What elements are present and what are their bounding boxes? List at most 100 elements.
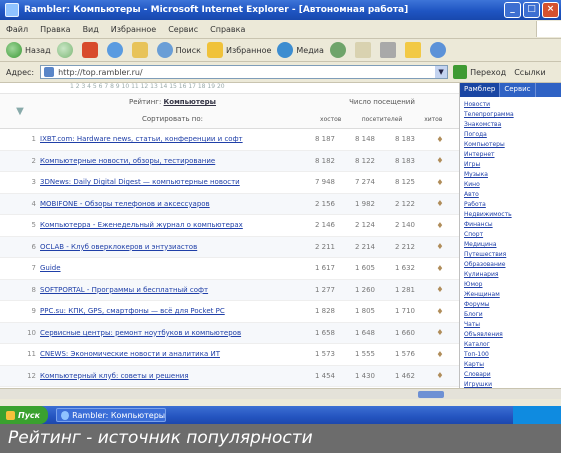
side-link[interactable]: Словари (464, 370, 558, 380)
side-link[interactable]: Чаты (464, 320, 558, 330)
col-hits[interactable]: хитов (408, 111, 459, 128)
side-link[interactable]: Топ-100 (464, 350, 558, 360)
side-link[interactable]: Интернет (464, 150, 558, 160)
side-link[interactable]: Форумы (464, 300, 558, 310)
side-link[interactable]: Недвижимость (464, 210, 558, 220)
site-link[interactable]: Компьютерный клуб: советы и решения (40, 372, 305, 380)
site-link[interactable]: 3DNews: Daily Digital Digest — компьютер… (40, 178, 305, 186)
col-hosts[interactable]: хостов (305, 111, 356, 128)
go-button[interactable]: Переход (453, 65, 506, 79)
thumb-icon[interactable]: ♦ (425, 156, 455, 165)
search-button[interactable]: Поиск (156, 42, 201, 58)
side-link[interactable]: Кулинария (464, 270, 558, 280)
side-link[interactable]: Кино (464, 180, 558, 190)
thumb-icon[interactable]: ♦ (425, 285, 455, 294)
side-link[interactable]: Погода (464, 130, 558, 140)
messenger-button[interactable] (429, 42, 449, 58)
menu-view[interactable]: Вид (77, 25, 105, 34)
side-link[interactable]: Женщинам (464, 290, 558, 300)
home-button[interactable] (131, 42, 151, 58)
messenger-icon (429, 42, 446, 58)
site-link[interactable]: OCLAB - Клуб оверклокеров и энтузиастов (40, 243, 305, 251)
hosts-value: 7 948 (314, 178, 336, 187)
thumb-icon[interactable]: ♦ (425, 135, 455, 144)
side-link[interactable]: Каталог (464, 340, 558, 350)
hits-value: 8 125 (394, 178, 416, 187)
side-link[interactable]: Блоги (464, 310, 558, 320)
edit-icon (404, 42, 421, 58)
site-link[interactable]: Компьютерра - Еженедельный журнал о комп… (40, 221, 305, 229)
rating-category-link[interactable]: Компьютеры (164, 98, 216, 106)
forward-button[interactable] (56, 42, 76, 58)
side-link[interactable]: Объявления (464, 330, 558, 340)
sort-arrow-icon[interactable]: ▼ (0, 94, 40, 128)
page-numbers[interactable]: 1 2 3 4 5 6 7 8 9 10 11 12 13 14 15 16 1… (0, 83, 459, 94)
thumb-icon[interactable]: ♦ (425, 264, 455, 273)
menu-edit[interactable]: Правка (34, 25, 76, 34)
row-number: 1 (31, 135, 36, 144)
taskbar-item-browser[interactable]: Rambler: Компьютеры (56, 408, 167, 422)
side-link[interactable]: Работа (464, 200, 558, 210)
address-input[interactable]: http://top.rambler.ru/ ▼ (40, 65, 449, 79)
thumb-icon[interactable]: ♦ (425, 307, 455, 316)
thumb-icon[interactable]: ♦ (425, 221, 455, 230)
side-link[interactable]: Игры (464, 160, 558, 170)
close-button[interactable]: × (542, 2, 559, 18)
edit-button[interactable] (404, 42, 424, 58)
maximize-button[interactable]: □ (523, 2, 540, 18)
side-link[interactable]: Путешествия (464, 250, 558, 260)
side-link[interactable]: Новости (464, 100, 558, 110)
minimize-button[interactable]: _ (504, 2, 521, 18)
site-link[interactable]: PPC.su: КПК, GPS, смартфоны — всё для Po… (40, 307, 305, 315)
scrollbar-thumb[interactable] (418, 391, 444, 398)
side-link[interactable]: Знакомства (464, 120, 558, 130)
chevron-down-icon[interactable]: ▼ (435, 66, 448, 78)
col-visitors[interactable]: посетителей (356, 111, 407, 128)
tab-rambler[interactable]: Рамблер (460, 83, 501, 97)
favorites-button[interactable]: Избранное (206, 42, 271, 58)
history-button[interactable] (329, 42, 349, 58)
side-link[interactable]: Авто (464, 190, 558, 200)
side-link[interactable]: Компьютеры (464, 140, 558, 150)
thumb-icon[interactable]: ♦ (425, 178, 455, 187)
start-button[interactable]: Пуск (0, 406, 49, 424)
back-button[interactable]: Назад (6, 42, 51, 58)
refresh-button[interactable] (106, 42, 126, 58)
side-link[interactable]: Музыка (464, 170, 558, 180)
site-link[interactable]: Guide (40, 264, 305, 272)
tab-service[interactable]: Сервис (500, 83, 536, 97)
visitors-value: 2 124 (354, 221, 376, 230)
links-button[interactable]: Ссылки (514, 68, 545, 77)
mail-button[interactable] (354, 42, 374, 58)
side-link[interactable]: Спорт (464, 230, 558, 240)
side-link[interactable]: Юмор (464, 280, 558, 290)
media-button[interactable]: Медиа (277, 42, 324, 58)
taskbar: Пуск Rambler: Компьютеры (0, 406, 561, 424)
menu-help[interactable]: Справка (204, 25, 251, 34)
hits-value: 1 632 (394, 264, 416, 273)
thumb-icon[interactable]: ♦ (425, 328, 455, 337)
site-link[interactable]: CNEWS: Экономические новости и аналитика… (40, 350, 305, 358)
thumb-icon[interactable]: ♦ (425, 242, 455, 251)
thumb-icon[interactable]: ♦ (425, 350, 455, 359)
rating-filter: Рейтинг: Компьютеры Сортировать по: (40, 94, 305, 128)
side-link[interactable]: Образование (464, 260, 558, 270)
menu-file[interactable]: Файл (0, 25, 34, 34)
site-link[interactable]: SOFTPORTAL - Программы и бесплатный софт (40, 286, 305, 294)
side-link[interactable]: Карты (464, 360, 558, 370)
site-link[interactable]: MOBIFONE - Обзоры телефонов и аксессуаро… (40, 200, 305, 208)
forward-arrow-icon (56, 42, 73, 58)
side-link[interactable]: Медицина (464, 240, 558, 250)
thumb-icon[interactable]: ♦ (425, 199, 455, 208)
stop-button[interactable] (81, 42, 101, 58)
side-link[interactable]: Телепрограмма (464, 110, 558, 120)
menu-tools[interactable]: Сервис (162, 25, 204, 34)
side-link[interactable]: Игрушки (464, 380, 558, 388)
site-link[interactable]: Компьютерные новости, обзоры, тестирован… (40, 157, 305, 165)
side-link[interactable]: Финансы (464, 220, 558, 230)
thumb-icon[interactable]: ♦ (425, 371, 455, 380)
site-link[interactable]: Сервисные центры: ремонт ноутбуков и ком… (40, 329, 305, 337)
site-link[interactable]: IXBT.com: Hardware news, статьи, конфере… (40, 135, 305, 143)
menu-favorites[interactable]: Избранное (105, 25, 162, 34)
print-button[interactable] (379, 42, 399, 58)
